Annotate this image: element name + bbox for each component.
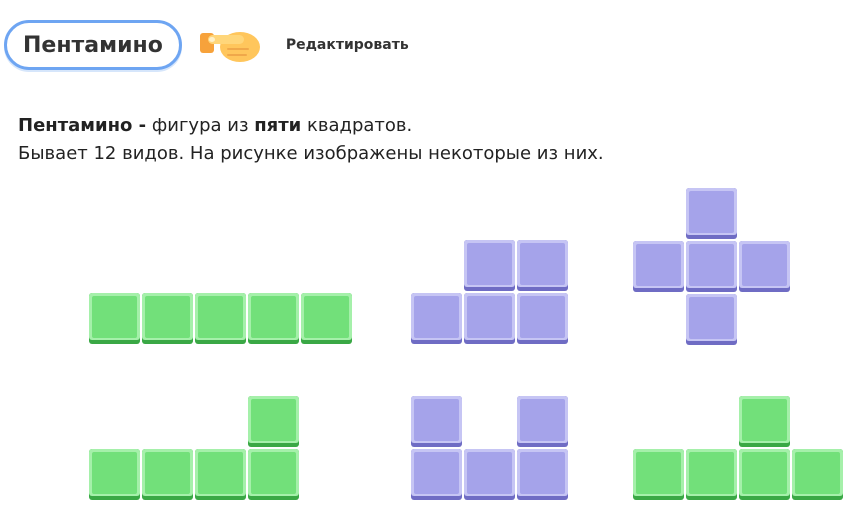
pentomino-square — [195, 293, 246, 344]
pentomino-square — [517, 449, 568, 500]
pentomino-square — [739, 449, 790, 500]
pentomino-square — [411, 449, 462, 500]
pentomino-square — [633, 449, 684, 500]
pentomino-figure — [411, 240, 568, 344]
pentomino-square — [686, 294, 737, 345]
pentomino-square — [517, 396, 568, 447]
pentomino-square — [739, 396, 790, 447]
pentomino-square — [686, 449, 737, 500]
pentomino-square — [89, 449, 140, 500]
pentomino-figures — [89, 188, 843, 500]
pentomino-square — [248, 449, 299, 500]
pentomino-square — [195, 449, 246, 500]
pentomino-square — [464, 293, 515, 344]
pentomino-figure — [89, 293, 352, 344]
pentomino-square — [142, 449, 193, 500]
pentomino-square — [142, 293, 193, 344]
pentomino-square — [633, 241, 684, 292]
pentomino-figure — [411, 396, 568, 500]
pentomino-figure — [633, 188, 790, 345]
pentomino-square — [248, 396, 299, 447]
pentomino-square — [464, 240, 515, 291]
pentomino-square — [517, 240, 568, 291]
pentomino-square — [411, 396, 462, 447]
pentomino-square — [792, 449, 843, 500]
pentomino-square — [248, 293, 299, 344]
pentomino-square — [89, 293, 140, 344]
pentomino-square — [686, 241, 737, 292]
pentomino-square — [301, 293, 352, 344]
pentomino-square — [739, 241, 790, 292]
pentomino-square — [517, 293, 568, 344]
pentomino-square — [464, 449, 515, 500]
pentomino-figure — [633, 396, 843, 500]
pentomino-square — [686, 188, 737, 239]
pentomino-square — [411, 293, 462, 344]
pentomino-figure — [89, 396, 299, 500]
